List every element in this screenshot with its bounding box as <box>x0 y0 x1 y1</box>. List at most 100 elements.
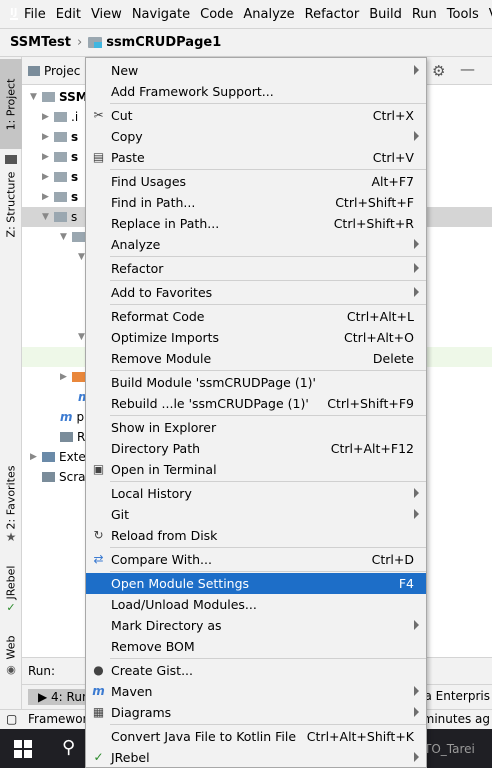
left-tool-strip: 1: Project Z: Structure 2: Favorites ★ J… <box>0 57 22 709</box>
menu-item-mark-directory-as[interactable]: Mark Directory as <box>86 615 426 636</box>
submenu-arrow-icon <box>414 620 419 630</box>
menu-item-label: Directory Path <box>111 441 201 456</box>
menu-edit[interactable]: Edit <box>51 7 86 22</box>
menu-item-reload-from-disk[interactable]: ↻ Reload from Disk <box>86 525 426 546</box>
tree-item-label: p <box>76 410 85 424</box>
menu-run[interactable]: Run <box>407 7 442 22</box>
menu-item-local-history[interactable]: Local History <box>86 483 426 504</box>
tree-item[interactable]: ▼ s <box>42 207 77 227</box>
tree-item[interactable]: R <box>60 427 85 447</box>
project-panel-title[interactable]: Projec <box>44 64 80 78</box>
breadcrumb-project[interactable]: SSMTest <box>10 35 71 50</box>
markdown-file-icon <box>60 432 73 442</box>
tab-structure[interactable]: Z: Structure <box>0 169 22 239</box>
module-folder-icon <box>88 37 103 48</box>
favorites-star-icon: ★ <box>5 530 17 544</box>
menu-item-new[interactable]: New <box>86 60 426 81</box>
menu-item-shortcut: Ctrl+Alt+Shift+K <box>306 729 414 744</box>
menu-item-convert-java-file-to-kotlin-file[interactable]: Convert Java File to Kotlin File Ctrl+Alt… <box>86 726 426 747</box>
context-menu: New Add Framework Support... ✂ Cut Ctrl+X Cop… <box>85 57 427 768</box>
tree-item[interactable]: ▶ s <box>42 147 78 167</box>
menu-item-maven[interactable]: m Maven <box>86 681 426 702</box>
gear-icon[interactable]: ⚙ <box>432 62 445 80</box>
search-icon[interactable]: ⚲ <box>62 737 75 758</box>
menu-item-analyze[interactable]: Analyze <box>86 234 426 255</box>
menu-navigate[interactable]: Navigate <box>127 7 195 22</box>
menu-view[interactable]: View <box>86 7 127 22</box>
tree-item-label: .i <box>71 110 79 124</box>
tree-item[interactable]: ▶ s <box>42 127 78 147</box>
collapse-icon[interactable]: — <box>460 60 475 78</box>
folder-icon <box>54 112 67 122</box>
menu-item-add-framework-support[interactable]: Add Framework Support... <box>86 81 426 102</box>
menu-item-replace-in-path[interactable]: Replace in Path... Ctrl+Shift+R <box>86 213 426 234</box>
menu-build[interactable]: Build <box>364 7 407 22</box>
tree-item[interactable]: ▶ .i <box>42 107 78 127</box>
menu-item-remove-module[interactable]: Remove Module Delete <box>86 348 426 369</box>
submenu-arrow-icon <box>414 488 419 498</box>
menu-item-add-to-favorites[interactable]: Add to Favorites <box>86 282 426 303</box>
menu-item-label: Remove BOM <box>111 639 195 654</box>
folder-icon <box>54 172 67 182</box>
menu-item-open-in-terminal[interactable]: ▣ Open in Terminal <box>86 459 426 480</box>
menu-item-jrebel[interactable]: ✓ JRebel <box>86 747 426 768</box>
menu-separator <box>110 280 426 281</box>
menu-item-rebuild-le-ssmcrudpage-1[interactable]: Rebuild ...le 'ssmCRUDPage (1)' Ctrl+Shif… <box>86 393 426 414</box>
terminal-icon: ▣ <box>92 462 105 476</box>
tree-item-label: Exte <box>59 450 86 464</box>
menu-item-label: Reload from Disk <box>111 528 218 543</box>
tab-project[interactable]: 1: Project <box>0 59 22 149</box>
tree-item[interactable]: ▶ s <box>42 167 78 187</box>
tree-item[interactable]: Scra <box>42 467 86 487</box>
menu-item-diagrams[interactable]: ▦ Diagrams <box>86 702 426 723</box>
menu-item-reformat-code[interactable]: Reformat Code Ctrl+Alt+L <box>86 306 426 327</box>
tree-root[interactable]: ▼ SSM <box>30 87 88 107</box>
menu-code[interactable]: Code <box>195 7 238 22</box>
project-view-icon <box>28 65 40 76</box>
menu-item-find-in-path[interactable]: Find in Path... Ctrl+Shift+F <box>86 192 426 213</box>
library-icon <box>42 452 55 462</box>
menu-file[interactable]: File <box>19 7 51 22</box>
menu-analyze[interactable]: Analyze <box>238 7 299 22</box>
tab-structure-label: Z: Structure <box>4 171 18 237</box>
menu-item-compare-with[interactable]: ⇄ Compare With... Ctrl+D <box>86 549 426 570</box>
folder-icon <box>54 212 67 222</box>
menu-item-paste[interactable]: ▤ Paste Ctrl+V <box>86 147 426 168</box>
menu-item-build-module-ssmcrudpage-1[interactable]: Build Module 'ssmCRUDPage (1)' <box>86 372 426 393</box>
menu-refactor[interactable]: Refactor <box>300 7 365 22</box>
tab-run-label: 4: Run <box>51 690 90 704</box>
menu-item-open-module-settings[interactable]: Open Module Settings F4 <box>86 573 426 594</box>
resource-folder-icon <box>72 372 85 382</box>
windows-start-icon[interactable] <box>14 740 32 758</box>
menu-item-shortcut: Ctrl+Shift+F9 <box>327 396 414 411</box>
menu-item-create-gist[interactable]: ● Create Gist... <box>86 660 426 681</box>
breadcrumb-module[interactable]: ssmCRUDPage1 <box>106 35 221 50</box>
menu-item-refactor[interactable]: Refactor <box>86 258 426 279</box>
menu-vcs[interactable]: V <box>484 7 492 22</box>
menu-item-git[interactable]: Git <box>86 504 426 525</box>
tab-favorites[interactable]: 2: Favorites <box>0 457 22 537</box>
menu-item-directory-path[interactable]: Directory Path Ctrl+Alt+F12 <box>86 438 426 459</box>
collapse-arrow-icon: ▶ <box>42 132 49 142</box>
menu-item-show-in-explorer[interactable]: Show in Explorer <box>86 417 426 438</box>
menu-item-remove-bom[interactable]: Remove BOM <box>86 636 426 657</box>
tree-item-label: s <box>71 150 79 164</box>
tab-project-label: 1: Project <box>4 78 18 130</box>
menu-tools[interactable]: Tools <box>442 7 484 22</box>
menu-item-optimize-imports[interactable]: Optimize Imports Ctrl+Alt+O <box>86 327 426 348</box>
tree-item[interactable]: ▶ s <box>42 187 78 207</box>
menu-item-find-usages[interactable]: Find Usages Alt+F7 <box>86 171 426 192</box>
menu-item-label: Mark Directory as <box>111 618 222 633</box>
menu-item-label: Build Module 'ssmCRUDPage (1)' <box>111 375 316 390</box>
scratches-icon <box>42 472 55 482</box>
folder-icon <box>72 232 85 242</box>
folder-icon <box>54 152 67 162</box>
menu-item-copy[interactable]: Copy <box>86 126 426 147</box>
menu-separator <box>110 169 426 170</box>
menu-item-load-unload-modules[interactable]: Load/Unload Modules... <box>86 594 426 615</box>
menu-item-shortcut: Delete <box>372 351 414 366</box>
tree-item[interactable]: mp <box>60 407 84 427</box>
menu-item-label: Reformat Code <box>111 309 205 324</box>
tree-item[interactable]: ▶ Exte <box>30 447 86 467</box>
menu-item-cut[interactable]: ✂ Cut Ctrl+X <box>86 105 426 126</box>
